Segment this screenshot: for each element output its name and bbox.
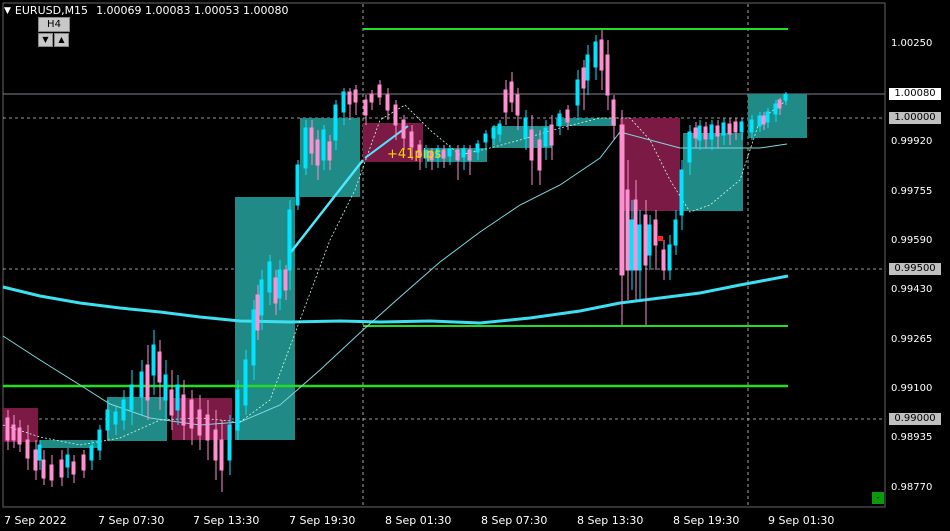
time-tick: 8 Sep 07:30 bbox=[481, 514, 548, 527]
time-tick: 8 Sep 01:30 bbox=[385, 514, 452, 527]
time-tick: 7 Sep 13:30 bbox=[193, 514, 260, 527]
price-chart[interactable] bbox=[0, 0, 950, 531]
level-price-label: 0.99000 bbox=[889, 413, 941, 425]
moving-average-slow bbox=[2, 274, 789, 325]
price-tick: 0.99755 bbox=[891, 186, 933, 197]
price-tick: 0.99430 bbox=[891, 284, 933, 295]
price-tick: 0.98770 bbox=[891, 482, 933, 493]
symbol-label: EURUSD,M15 bbox=[14, 4, 89, 17]
minimize-button[interactable]: - bbox=[872, 492, 884, 504]
profit-label: +41pips bbox=[387, 147, 442, 162]
triangle-up-icon[interactable]: ▲ bbox=[54, 33, 69, 47]
bid-price-label: 1.00080 bbox=[889, 88, 941, 100]
level-price-label: 0.99500 bbox=[889, 263, 941, 275]
time-tick: 8 Sep 19:30 bbox=[673, 514, 740, 527]
time-tick: 7 Sep 07:30 bbox=[98, 514, 165, 527]
price-tick: 0.99100 bbox=[891, 383, 933, 394]
time-tick: 7 Sep 2022 bbox=[4, 514, 67, 527]
triangle-down-icon[interactable]: ▼ bbox=[4, 6, 11, 16]
timeframe-button[interactable]: H4 bbox=[38, 17, 70, 32]
time-tick: 7 Sep 19:30 bbox=[289, 514, 356, 527]
price-tick: 0.98935 bbox=[891, 432, 933, 443]
price-tick: 1.00250 bbox=[891, 38, 933, 49]
price-tick: 0.99590 bbox=[891, 235, 933, 246]
level-price-label: 1.00000 bbox=[889, 112, 941, 124]
triangle-down-icon[interactable]: ▼ bbox=[38, 33, 53, 47]
marker bbox=[658, 236, 663, 241]
time-tick: 9 Sep 01:30 bbox=[768, 514, 835, 527]
time-tick: 8 Sep 13:30 bbox=[577, 514, 644, 527]
ohlc-values: 1.00069 1.00083 1.00053 1.00080 bbox=[96, 4, 289, 17]
session-box-bull bbox=[683, 133, 743, 211]
session-box-bull bbox=[556, 118, 616, 126]
price-tick: 0.99265 bbox=[891, 334, 933, 345]
chart-header: ▼ EURUSD,M15 1.00069 1.00083 1.00053 1.0… bbox=[4, 4, 289, 17]
price-tick: 0.99920 bbox=[891, 136, 933, 147]
